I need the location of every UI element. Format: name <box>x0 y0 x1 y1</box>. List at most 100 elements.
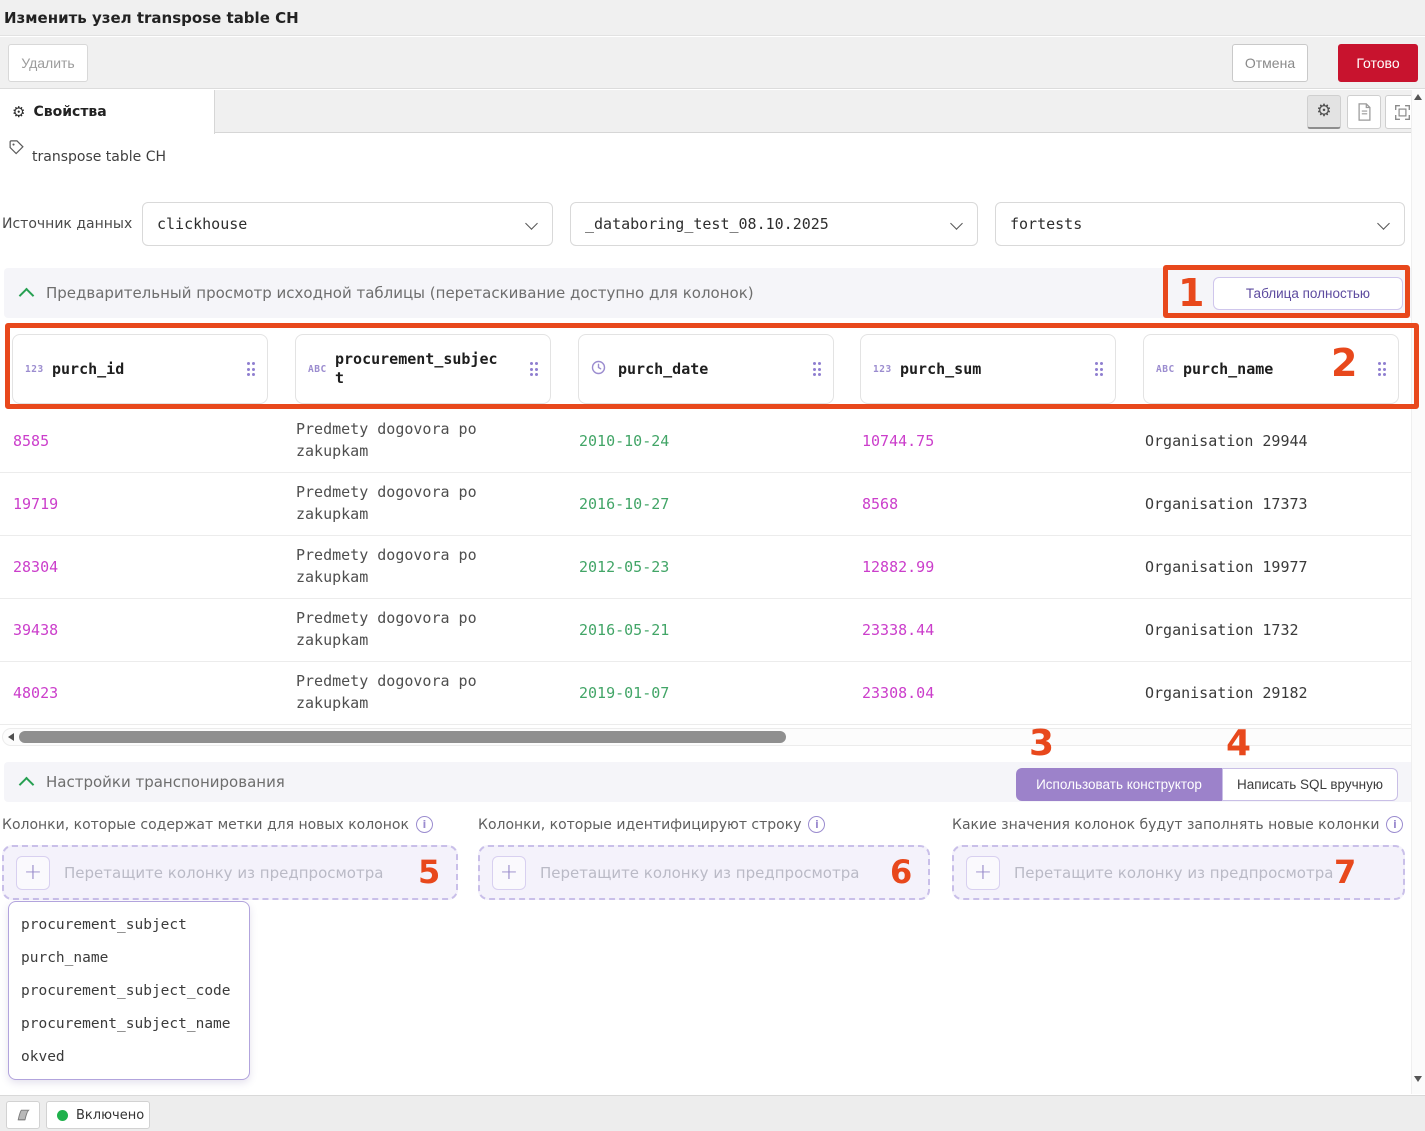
table-value: fortests <box>1010 215 1082 233</box>
status-bar: Включено <box>0 1095 1425 1131</box>
dropzone-row-identifiers[interactable]: + Перетащите колонку из предпросмотра <box>478 845 930 900</box>
cell-purch-sum: 12882.99 <box>862 558 1118 576</box>
connection-value: clickhouse <box>157 215 247 233</box>
document-view-button[interactable] <box>1347 95 1381 129</box>
drag-handle-icon[interactable] <box>1095 362 1104 376</box>
preview-section-header[interactable]: Предварительный просмотр исходной таблиц… <box>4 268 1421 318</box>
column-card-purch-id[interactable]: 123 purch_id <box>12 334 268 404</box>
table-row: 28304 Predmety dogovora po zakupkam 2012… <box>0 536 1425 599</box>
cell-subject: Predmety dogovora po zakupkam <box>296 608 552 652</box>
dropzone-placeholder: Перетащите колонку из предпросмотра <box>64 864 383 882</box>
vertical-scrollbar[interactable] <box>1411 90 1425 1094</box>
cell-subject: Predmety dogovora po zakupkam <box>296 671 552 715</box>
menu-item-purch-name[interactable]: purch_name <box>9 941 249 974</box>
use-constructor-button[interactable]: Использовать конструктор <box>1016 768 1222 801</box>
column-name: purch_date <box>618 360 708 379</box>
full-table-button[interactable]: Таблица полностью <box>1213 277 1403 310</box>
write-sql-button[interactable]: Написать SQL вручную <box>1222 768 1398 801</box>
drag-handle-icon[interactable] <box>1378 362 1387 376</box>
cell-purch-name: Organisation 29944 <box>1145 432 1401 450</box>
menu-item-okved[interactable]: okved <box>9 1040 249 1073</box>
table-row: 48023 Predmety dogovora po zakupkam 2019… <box>0 662 1425 725</box>
drag-handle-icon[interactable] <box>530 362 539 376</box>
cell-subject: Predmety dogovora po zakupkam <box>296 419 552 463</box>
table-select[interactable]: fortests <box>995 202 1405 246</box>
column-card-purch-date[interactable]: purch_date <box>578 334 834 404</box>
cell-subject: Predmety dogovora po zakupkam <box>296 545 552 589</box>
info-icon[interactable]: i <box>1386 816 1403 833</box>
status-label: Включено <box>76 1108 144 1123</box>
column-name: purch_id <box>52 360 124 379</box>
column-card-purch-name[interactable]: ABC purch_name <box>1143 334 1399 404</box>
delete-button[interactable]: Удалить <box>8 44 88 82</box>
dropzone-placeholder: Перетащите колонку из предпросмотра <box>1014 864 1333 882</box>
transpose-section-title: Настройки транспонирования <box>46 773 285 791</box>
document-icon <box>1357 103 1372 121</box>
tab-bar: ⚙ Свойства ⚙ <box>0 90 1425 133</box>
journal-icon <box>15 1108 31 1122</box>
scroll-down-icon[interactable] <box>1414 1076 1422 1082</box>
cell-purch-date: 2010-10-24 <box>579 432 835 450</box>
add-column-button[interactable]: + <box>16 856 50 890</box>
label-text: Колонки, которые содержат метки для новы… <box>2 817 409 833</box>
datasource-label: Источник данных <box>2 216 132 232</box>
chevron-down-icon <box>1377 217 1390 230</box>
cell-purch-date: 2012-05-23 <box>579 558 835 576</box>
dialog-title: Изменить узел transpose table CH <box>4 9 299 27</box>
menu-item-procurement-subject[interactable]: procurement_subject <box>9 908 249 941</box>
scrollbar-thumb[interactable] <box>19 731 786 743</box>
cell-purch-id: 39438 <box>13 621 269 639</box>
drag-handle-icon[interactable] <box>813 362 822 376</box>
collapse-chevron-icon[interactable] <box>19 776 35 792</box>
cell-purch-name: Organisation 19977 <box>1145 558 1401 576</box>
cell-purch-name: Organisation 29182 <box>1145 684 1401 702</box>
scroll-left-icon[interactable] <box>8 733 14 741</box>
menu-item-procurement-subject-name[interactable]: procurement_subject_name <box>9 1007 249 1040</box>
done-button[interactable]: Готово <box>1338 44 1418 82</box>
cell-purch-id: 19719 <box>13 495 269 513</box>
tab-properties[interactable]: ⚙ Свойства <box>0 90 215 134</box>
expand-icon <box>1394 104 1411 121</box>
dropzone-label-row-identifiers: Колонки, которые идентифицируют строку i <box>478 816 825 833</box>
cell-purch-date: 2016-10-27 <box>579 495 835 513</box>
dialog-titlebar: Изменить узел transpose table CH <box>0 0 1425 36</box>
add-column-button[interactable]: + <box>966 856 1000 890</box>
node-name: transpose table CH <box>32 149 166 165</box>
table-row: 19719 Predmety dogovora po zakupkam 2016… <box>0 473 1425 536</box>
cancel-button[interactable]: Отмена <box>1232 44 1308 82</box>
cell-purch-sum: 10744.75 <box>862 432 1118 450</box>
properties-view-button[interactable]: ⚙ <box>1307 95 1341 129</box>
drag-handle-icon[interactable] <box>247 362 256 376</box>
add-column-button[interactable]: + <box>492 856 526 890</box>
column-card-purch-sum[interactable]: 123 purch_sum <box>860 334 1116 404</box>
dropzone-label-value-columns: Какие значения колонок будут заполнять н… <box>952 816 1403 833</box>
info-icon[interactable]: i <box>808 816 825 833</box>
dialog-toolbar: Удалить Отмена Готово <box>0 37 1425 89</box>
chevron-down-icon <box>525 217 538 230</box>
label-text: Колонки, которые идентифицируют строку <box>478 817 801 833</box>
cell-subject: Predmety dogovora po zakupkam <box>296 482 552 526</box>
connection-select[interactable]: clickhouse <box>142 202 553 246</box>
dropzone-new-column-labels[interactable]: + Перетащите колонку из предпросмотра <box>2 845 458 900</box>
collapse-chevron-icon[interactable] <box>19 287 35 303</box>
column-name: procurement_subject <box>335 350 501 388</box>
database-select[interactable]: _databoring_test_08.10.2025 <box>570 202 978 246</box>
log-button[interactable] <box>6 1101 40 1129</box>
node-status[interactable]: Включено <box>46 1101 150 1129</box>
cell-purch-id: 48023 <box>13 684 269 702</box>
edit-node-dialog: Изменить узел transpose table CH Удалить… <box>0 0 1425 1131</box>
horizontal-scrollbar[interactable] <box>2 728 1423 746</box>
string-type-icon: ABC <box>1156 364 1183 375</box>
dropzone-value-columns[interactable]: + Перетащите колонку из предпросмотра <box>952 845 1405 900</box>
column-card-procurement-subject[interactable]: ABC procurement_subject <box>295 334 551 404</box>
table-row: 8585 Predmety dogovora po zakupkam 2010-… <box>0 410 1425 473</box>
info-icon[interactable]: i <box>416 816 433 833</box>
column-name: purch_name <box>1183 360 1273 379</box>
scroll-up-icon[interactable] <box>1414 94 1422 100</box>
datetime-type-icon <box>591 360 618 378</box>
tag-icon <box>8 139 25 156</box>
menu-item-procurement-subject-code[interactable]: procurement_subject_code <box>9 974 249 1007</box>
chevron-down-icon <box>950 217 963 230</box>
numeric-type-icon: 123 <box>25 364 52 375</box>
dropzone-placeholder: Перетащите колонку из предпросмотра <box>540 864 859 882</box>
